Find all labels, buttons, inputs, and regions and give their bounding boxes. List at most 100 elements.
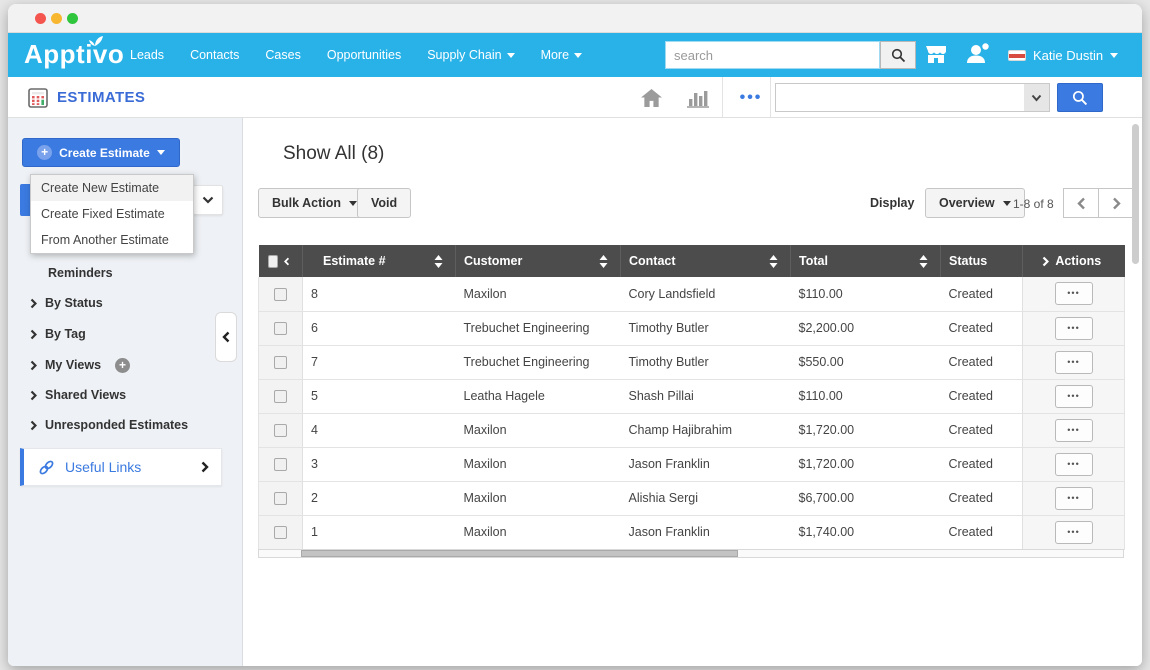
home-icon[interactable] (640, 88, 663, 108)
view-switcher-dropdown-button[interactable] (193, 185, 223, 215)
select-all-checkbox[interactable] (268, 255, 279, 268)
table-row[interactable]: 1 Maxilon Jason Franklin $1,740.00 Creat… (259, 515, 1125, 549)
menu-item-create-new-estimate[interactable]: Create New Estimate (31, 175, 193, 201)
sidebar-item-my-views[interactable]: My Views + (30, 355, 130, 375)
column-header-status[interactable]: Status (941, 245, 1023, 277)
menu-item-create-fixed-estimate[interactable]: Create Fixed Estimate (31, 201, 193, 227)
previous-page-button[interactable] (1063, 188, 1099, 218)
global-search-button[interactable] (880, 41, 916, 69)
row-actions-button[interactable]: ••• (1055, 453, 1093, 476)
row-actions-button[interactable]: ••• (1055, 317, 1093, 340)
more-options-icon[interactable]: ••• (732, 77, 770, 118)
column-header-contact[interactable]: Contact (621, 245, 791, 277)
row-checkbox[interactable] (274, 458, 287, 471)
row-actions-button[interactable]: ••• (1055, 419, 1093, 442)
nav-item-supply-chain[interactable]: Supply Chain (427, 48, 514, 62)
horizontal-scrollbar[interactable] (258, 549, 1124, 558)
sort-icon[interactable] (919, 255, 928, 268)
table-row[interactable]: 4 Maxilon Champ Hajibrahim $1,720.00 Cre… (259, 413, 1125, 447)
display-mode-dropdown[interactable]: Overview (925, 188, 1025, 218)
add-view-icon[interactable]: + (115, 358, 130, 373)
window-minimize-button[interactable] (51, 13, 62, 24)
row-actions-button[interactable]: ••• (1055, 385, 1093, 408)
sort-icon[interactable] (599, 255, 608, 268)
nav-item-opportunities[interactable]: Opportunities (327, 48, 401, 62)
table-row[interactable]: 8 Maxilon Cory Landsfield $110.00 Create… (259, 277, 1125, 311)
user-contact-icon[interactable] (965, 42, 991, 66)
brand-text: Apptivo (24, 39, 124, 69)
cell-estimate-number: 2 (303, 481, 456, 515)
sidebar-item-unresponded-estimates[interactable]: Unresponded Estimates (30, 415, 188, 435)
row-checkbox[interactable] (274, 288, 287, 301)
column-header-total[interactable]: Total (791, 245, 941, 277)
nav-item-cases[interactable]: Cases (265, 48, 300, 62)
row-actions-button[interactable]: ••• (1055, 282, 1093, 305)
column-header-estimate-number[interactable]: Estimate # (303, 245, 456, 277)
useful-links-panel[interactable]: Useful Links (20, 448, 222, 486)
primary-nav: Leads Contacts Cases Opportunities Suppl… (130, 33, 582, 77)
cell-total: $550.00 (791, 345, 941, 379)
chevron-down-icon (1031, 94, 1042, 102)
sidebar-item-by-status[interactable]: By Status (30, 293, 103, 313)
row-checkbox[interactable] (274, 424, 287, 437)
table-row[interactable]: 2 Maxilon Alishia Sergi $6,700.00 Create… (259, 481, 1125, 515)
row-checkbox[interactable] (274, 492, 287, 505)
next-page-button[interactable] (1099, 188, 1135, 218)
vertical-scrollbar-thumb[interactable] (1132, 124, 1139, 264)
table-row[interactable]: 3 Maxilon Jason Franklin $1,720.00 Creat… (259, 447, 1125, 481)
create-estimate-button[interactable]: + Create Estimate (22, 138, 180, 167)
caret-down-icon (507, 53, 515, 58)
user-menu[interactable]: Katie Dustin (1008, 33, 1118, 77)
row-checkbox[interactable] (274, 322, 287, 335)
cell-total: $6,700.00 (791, 481, 941, 515)
sidebar-item-reminders[interactable]: Reminders (48, 263, 113, 283)
search-criteria-dropdown-button[interactable] (1024, 83, 1050, 112)
row-actions-button[interactable]: ••• (1055, 351, 1093, 374)
apptivo-logo[interactable]: Apptivo (24, 39, 124, 70)
row-checkbox[interactable] (274, 356, 287, 369)
estimate-search-button[interactable] (1057, 83, 1103, 112)
table-row[interactable]: 5 Leatha Hagele Shash Pillai $110.00 Cre… (259, 379, 1125, 413)
row-checkbox[interactable] (274, 526, 287, 539)
chevron-right-icon (1042, 256, 1049, 267)
bulk-action-button[interactable]: Bulk Action (258, 188, 371, 218)
cell-contact: Cory Landsfield (621, 277, 791, 311)
store-icon[interactable] (924, 43, 948, 65)
sort-icon[interactable] (769, 255, 778, 268)
global-search-input[interactable] (665, 41, 880, 69)
nav-item-more[interactable]: More (541, 48, 582, 62)
window-zoom-button[interactable] (67, 13, 78, 24)
menu-item-from-another-estimate[interactable]: From Another Estimate (31, 227, 193, 253)
sidebar-collapse-handle[interactable] (215, 312, 237, 362)
sidebar-item-by-tag[interactable]: By Tag (30, 324, 86, 344)
cell-status: Created (941, 413, 1023, 447)
cell-estimate-number: 8 (303, 277, 456, 311)
table-row[interactable]: 6 Trebuchet Engineering Timothy Butler $… (259, 311, 1125, 345)
estimate-search-input[interactable] (775, 83, 1025, 112)
nav-item-leads[interactable]: Leads (130, 48, 164, 62)
caret-down-icon (1003, 201, 1011, 206)
cell-status: Created (941, 345, 1023, 379)
column-header-actions[interactable]: Actions (1023, 245, 1125, 277)
nav-item-contacts[interactable]: Contacts (190, 48, 239, 62)
sidebar-item-shared-views[interactable]: Shared Views (30, 385, 126, 405)
horizontal-scrollbar-thumb[interactable] (301, 550, 738, 557)
cell-contact: Jason Franklin (621, 447, 791, 481)
row-actions-button[interactable]: ••• (1055, 521, 1093, 544)
row-checkbox[interactable] (274, 390, 287, 403)
table-header-row: Estimate # Customer Co (259, 245, 1125, 277)
cell-customer: Maxilon (456, 515, 621, 549)
reports-chart-icon[interactable] (686, 88, 710, 108)
window-close-button[interactable] (35, 13, 46, 24)
chevron-left-icon[interactable] (284, 256, 290, 267)
sidebar: + Create Estimate Create New Estimate Cr… (8, 118, 243, 666)
sort-icon[interactable] (434, 255, 443, 268)
column-header-customer[interactable]: Customer (456, 245, 621, 277)
cell-contact: Jason Franklin (621, 515, 791, 549)
row-actions-button[interactable]: ••• (1055, 487, 1093, 510)
void-button[interactable]: Void (357, 188, 411, 218)
table-row[interactable]: 7 Trebuchet Engineering Timothy Butler $… (259, 345, 1125, 379)
search-icon (891, 48, 906, 63)
divider (770, 77, 771, 118)
cell-total: $1,720.00 (791, 447, 941, 481)
